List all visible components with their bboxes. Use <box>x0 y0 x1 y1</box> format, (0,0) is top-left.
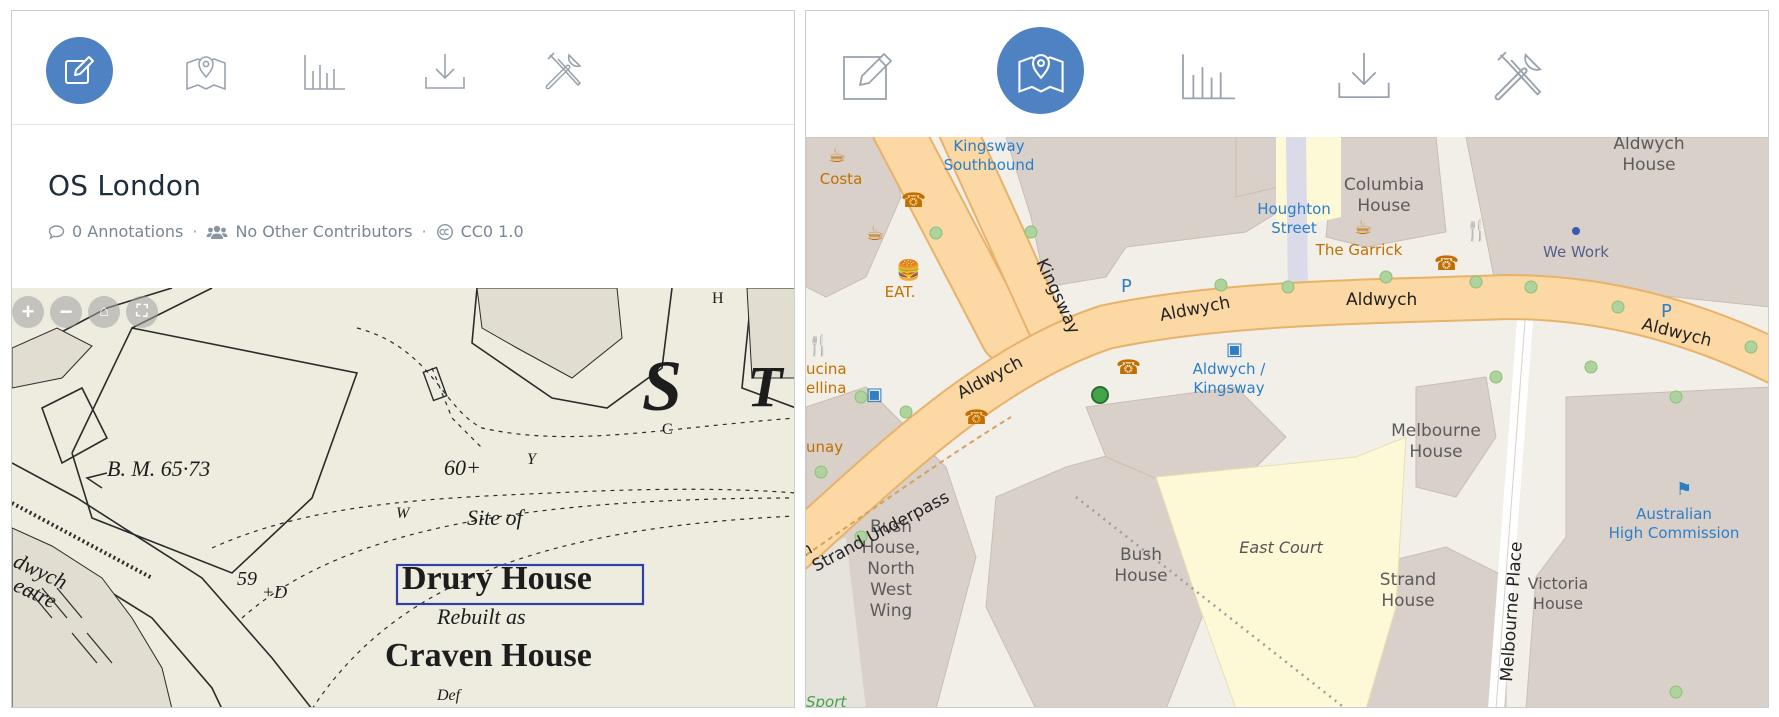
map-zoom-controls: + − ⌂ ⛶ <box>12 296 158 328</box>
modern-map-viewer[interactable]: ☕ ☕ ☕ ☎ ☎ ☎ ☎ 🍔 🍴 🍴 PP ▣ ▣ ⚑ Kingsway Southbound… <box>806 137 1768 708</box>
edit-icon <box>843 53 892 100</box>
download-tab-button[interactable] <box>1335 49 1393 101</box>
label-columbia-2: House <box>1357 196 1410 216</box>
creative-commons-icon <box>436 223 453 240</box>
label-aldwych-4: Aldwych <box>954 352 1026 403</box>
d-label: +D <box>262 582 287 602</box>
label-victoria-house-1: Victoria <box>1528 574 1589 593</box>
label-strand-house-2: House <box>1381 591 1434 611</box>
osm-map-labels: Kingsway Southbound Houghton Street Aldw… <box>806 137 1740 708</box>
bar-chart-icon <box>304 55 345 90</box>
label-sport: Sport <box>806 693 847 708</box>
license[interactable]: CC0 1.0 <box>436 222 524 241</box>
left-panel: OS London 0 Annotations · No Other Contr… <box>11 10 795 708</box>
height-label-60: 60+ <box>444 455 481 480</box>
stats-tab-button[interactable] <box>1180 49 1238 101</box>
label-bush-nw-3: North <box>867 559 915 579</box>
download-tab-button[interactable] <box>422 51 468 91</box>
historic-map-viewer[interactable]: B. M. 65·73 60+ 59 +D Y W Site of Rebuil… <box>12 288 794 707</box>
edit-tab-button[interactable] <box>46 37 113 104</box>
benchmark-label: B. M. 65·73 <box>107 456 210 481</box>
label-aldwych-house-1: Aldwych <box>1613 137 1684 154</box>
home-button[interactable]: ⌂ <box>88 296 120 328</box>
label-aldwych-1: Aldwych <box>1158 293 1232 326</box>
map-tab-button[interactable] <box>997 27 1084 114</box>
meta-separator: · <box>421 222 427 241</box>
annotations-count[interactable]: 0 Annotations <box>48 222 183 241</box>
label-aldwych-kingsway-2: Kingsway <box>1193 379 1264 397</box>
tools-icon <box>545 52 582 90</box>
left-toolbar <box>12 11 794 125</box>
edit-tab-button[interactable] <box>842 47 898 103</box>
historic-map-labels: B. M. 65·73 60+ 59 +D Y W Site of Rebuil… <box>12 290 785 704</box>
craven-house-label: Craven House <box>385 637 592 674</box>
label-bush-nw-4: West <box>870 580 912 600</box>
tools-icon <box>1494 51 1542 101</box>
label-columbia-1: Columbia <box>1344 175 1424 195</box>
label-melbourne-place: Melbourne Place <box>1497 541 1527 682</box>
def-label: Def <box>436 687 463 704</box>
map-icon <box>186 56 226 91</box>
tools-tab-button[interactable] <box>541 49 587 93</box>
label-bush-house-2: House <box>1114 566 1167 586</box>
label-garrick: The Garrick <box>1315 241 1403 259</box>
map-icon <box>1017 53 1064 93</box>
label-bush-nw-5: Wing <box>870 601 913 621</box>
big-s-label: S <box>642 346 682 426</box>
users-icon <box>206 225 228 239</box>
label-kingsway: Kingsway <box>1031 256 1083 338</box>
bar-chart-icon <box>1182 54 1235 100</box>
map-tab-button[interactable] <box>182 47 230 95</box>
site-of-label: Site of <box>467 505 525 530</box>
zoom-in-button[interactable]: + <box>12 296 44 328</box>
label-east-court: East Court <box>1239 538 1323 557</box>
label-houghton-1: Houghton <box>1257 200 1331 218</box>
contributors[interactable]: No Other Contributors <box>206 222 412 241</box>
download-icon <box>1338 52 1390 99</box>
download-icon <box>425 54 465 89</box>
label-australian-2: High Commission <box>1609 524 1740 542</box>
label-houghton-2: Street <box>1271 219 1317 237</box>
right-panel: ☕ ☕ ☕ ☎ ☎ ☎ ☎ 🍔 🍴 🍴 PP ▣ ▣ ⚑ Kingsway Southbound… <box>805 10 1769 708</box>
label-kingsway-southbound-2: Southbound <box>944 156 1035 174</box>
document-header: OS London 0 Annotations · No Other Contr… <box>12 124 794 288</box>
label-melbourne-house-2: House <box>1409 442 1462 462</box>
label-aldwych-2: Aldwych <box>1346 290 1417 310</box>
label-kingsway-southbound-1: Kingsway <box>953 137 1024 155</box>
rebuilt-as-label: Rebuilt as <box>436 604 526 629</box>
comment-icon <box>48 224 65 239</box>
stats-tab-button[interactable] <box>302 51 348 91</box>
label-cucina-1: ucina <box>806 360 847 378</box>
w-label: W <box>396 505 411 522</box>
label-aldwych-kingsway-1: Aldwych / <box>1193 360 1267 378</box>
label-wework: We Work <box>1543 243 1609 261</box>
label-aldwych-house-2: House <box>1622 155 1675 175</box>
label-melbourne-house-1: Melbourne <box>1391 421 1481 441</box>
fullscreen-button[interactable]: ⛶ <box>126 296 158 328</box>
meta-separator: · <box>192 222 198 241</box>
right-toolbar <box>806 11 1768 138</box>
label-cucina-2: ellina <box>806 379 846 397</box>
label-strand-house-1: Strand <box>1380 570 1436 590</box>
label-unay: unay <box>806 438 843 456</box>
label-bush-house-1: Bush <box>1120 545 1162 565</box>
y-label: Y <box>527 451 538 468</box>
h-label: H <box>712 290 724 307</box>
label-aldwych-3: Aldwych <box>1640 314 1714 351</box>
document-title: OS London <box>48 169 202 202</box>
label-eat: EAT. <box>885 283 916 301</box>
label-costa: Costa <box>820 170 863 188</box>
label-australian-1: Australian <box>1636 505 1712 523</box>
height-label-59: 59 <box>237 568 257 590</box>
big-t-label: T <box>747 354 785 419</box>
tools-tab-button[interactable] <box>1490 47 1548 105</box>
document-meta: 0 Annotations · No Other Contributors · … <box>48 222 524 241</box>
edit-icon <box>64 55 94 84</box>
zoom-out-button[interactable]: − <box>50 296 82 328</box>
label-victoria-house-2: House <box>1533 594 1583 613</box>
